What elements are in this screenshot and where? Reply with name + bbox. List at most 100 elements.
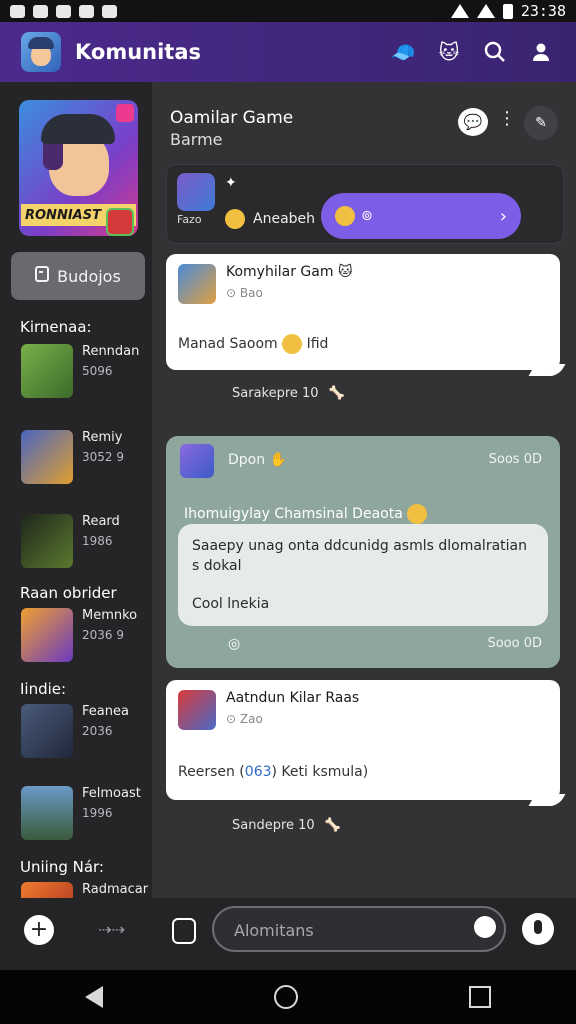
emoji-icon[interactable] — [225, 209, 245, 229]
game-name: Reard — [82, 514, 120, 529]
post-card[interactable]: Komyhilar Gam 🐱 ⊙ Bao Manad Saoom Ifid — [166, 254, 566, 376]
composer-text: Aneabeh — [253, 211, 316, 227]
search-icon[interactable] — [482, 39, 508, 65]
channel-subtitle: Barme — [170, 130, 223, 149]
pet-icon[interactable]: 🐱 — [436, 39, 462, 65]
game-thumbnail — [21, 704, 73, 758]
sparkle-icon[interactable]: ✦ — [225, 175, 237, 191]
emoji-icon[interactable] — [335, 206, 355, 226]
settings-icon[interactable]: ✎ — [524, 106, 558, 140]
channel-title: Oamilar Game — [170, 108, 294, 128]
sidebar-game-item[interactable]: Feanea 2036 — [21, 704, 151, 760]
sidebar-game-item[interactable]: Reard 1986 — [21, 514, 151, 570]
back-icon[interactable] — [85, 986, 104, 1008]
post-composer: Fazo ✦ Aneabeh ⊚ › — [166, 164, 564, 244]
post-author: Aatndun Kilar Raas — [226, 690, 360, 706]
section-heading: Uniing Nár: — [20, 858, 104, 876]
game-thumbnail — [21, 430, 73, 484]
sidebar-game-item[interactable]: Memnko 2036 9 — [21, 608, 151, 664]
emoji-icon: 🐱 — [337, 264, 353, 280]
chat-icon[interactable]: 💬 — [458, 108, 488, 136]
more-icon[interactable]: ⋮ — [498, 108, 516, 129]
reply-summary[interactable]: Sarakepre 10 🦴 — [232, 386, 345, 401]
post-author: Komyhilar Gam 🐱 — [226, 264, 353, 280]
microphone-icon[interactable] — [522, 913, 554, 945]
emoji-icon — [282, 334, 303, 354]
user-avatar[interactable] — [180, 444, 214, 478]
app-logo[interactable] — [21, 32, 61, 72]
home-icon[interactable] — [273, 985, 298, 1009]
attach-icon[interactable]: ⊚ — [361, 208, 373, 224]
game-name: Felmoast — [82, 786, 141, 801]
game-meta: 1986 — [82, 534, 113, 548]
game-meta: 2036 — [82, 724, 113, 738]
buddies-icon — [35, 266, 50, 286]
clock: 23:38 — [520, 2, 566, 20]
sidebar: RONNIAST Budojos Kirnenaa: Renndan 5096 … — [0, 82, 152, 898]
buddies-button[interactable]: Budojos — [11, 252, 145, 300]
shield-icon[interactable] — [172, 918, 196, 944]
app-bar: Komunitas 🧢 🐱 — [0, 22, 576, 82]
profile-icon[interactable] — [528, 39, 554, 65]
quoted-message: Saaepy unag onta ddcunidg asmls dlomalra… — [178, 524, 548, 626]
game-meta: 3052 9 — [82, 450, 124, 464]
forward-icon[interactable]: ⇢⇢ — [98, 920, 125, 939]
featured-post-card[interactable]: Dpon ✋ Soos 0D Ihomuigylay Chamsinal Dea… — [166, 436, 560, 668]
sidebar-game-item[interactable]: Renndan 5096 — [21, 344, 151, 400]
reaction-icon: 🦴 — [324, 818, 341, 833]
recents-icon[interactable] — [468, 986, 491, 1008]
game-avatar-icon[interactable]: 🧢 — [390, 39, 416, 65]
search-field[interactable] — [212, 906, 506, 952]
section-heading: Kirnenaa: — [20, 318, 92, 336]
game-thumbnail — [21, 608, 73, 662]
post-body: Reersen (063) Keti ksmula) — [178, 764, 369, 780]
sidebar-game-item[interactable]: Felmoast 1996 — [21, 786, 151, 842]
game-name: Remiy — [82, 430, 123, 445]
notification-icon — [102, 4, 117, 18]
quoted-text: Saaepy unag onta ddcunidg asmls dlomalra… — [192, 538, 527, 574]
notification-icon — [33, 4, 48, 18]
reaction-icon[interactable]: ◎ — [228, 636, 240, 652]
post-card[interactable]: Aatndun Kilar Raas ⊙ Zao Reersen (063) K… — [166, 680, 566, 806]
post-body: Manad Saoom Ifid — [178, 334, 329, 354]
notification-icon — [79, 4, 94, 18]
wifi-icon — [450, 4, 469, 18]
notification-icon — [10, 4, 25, 18]
notification-icon — [56, 4, 71, 18]
emoji-icon — [407, 504, 428, 524]
badge-icon — [106, 208, 134, 236]
reaction-icon: 🦴 — [328, 386, 345, 401]
add-icon[interactable]: + — [24, 915, 54, 945]
user-avatar — [177, 173, 215, 211]
sidebar-game-item[interactable]: Radmacar — [21, 882, 151, 898]
post-time: Sooo 0D — [487, 636, 542, 651]
post-time: ⊙ Bao — [226, 286, 263, 300]
character-cap — [41, 114, 115, 144]
signal-icon — [476, 4, 495, 18]
badge-icon — [116, 104, 134, 122]
user-avatar[interactable] — [178, 690, 216, 730]
post-author: Dpon ✋ — [228, 452, 287, 468]
game-name: Radmacar — [82, 882, 149, 897]
main-feed: Oamilar Game Barme 💬 ⋮ ✎ Fazo ✦ Aneabeh … — [152, 82, 576, 898]
search-input[interactable] — [232, 916, 476, 944]
reply-summary[interactable]: Sandepre 10 🦴 — [232, 818, 341, 833]
game-meta: 1996 — [82, 806, 113, 820]
post-time: ⊙ Zao — [226, 712, 263, 726]
bubble-tail — [528, 794, 566, 806]
composer-input-pill[interactable]: ⊚ › — [321, 193, 521, 239]
user-avatar[interactable] — [178, 264, 216, 304]
sidebar-game-item[interactable]: Remiy 3052 9 — [21, 430, 151, 486]
game-meta: 2036 9 — [82, 628, 124, 642]
battery-icon — [502, 3, 513, 19]
post-link[interactable]: 063 — [245, 764, 272, 780]
buddies-label: Budojos — [57, 266, 121, 286]
search-icon[interactable] — [474, 916, 496, 938]
send-arrow-icon[interactable]: › — [500, 206, 507, 227]
game-thumbnail — [21, 344, 73, 398]
game-name: Memnko — [82, 608, 138, 623]
featured-game-card[interactable]: RONNIAST — [19, 100, 138, 236]
status-bar: 23:38 — [0, 0, 576, 22]
app-title: Komunitas — [75, 40, 202, 64]
system-nav-bar — [0, 970, 576, 1024]
